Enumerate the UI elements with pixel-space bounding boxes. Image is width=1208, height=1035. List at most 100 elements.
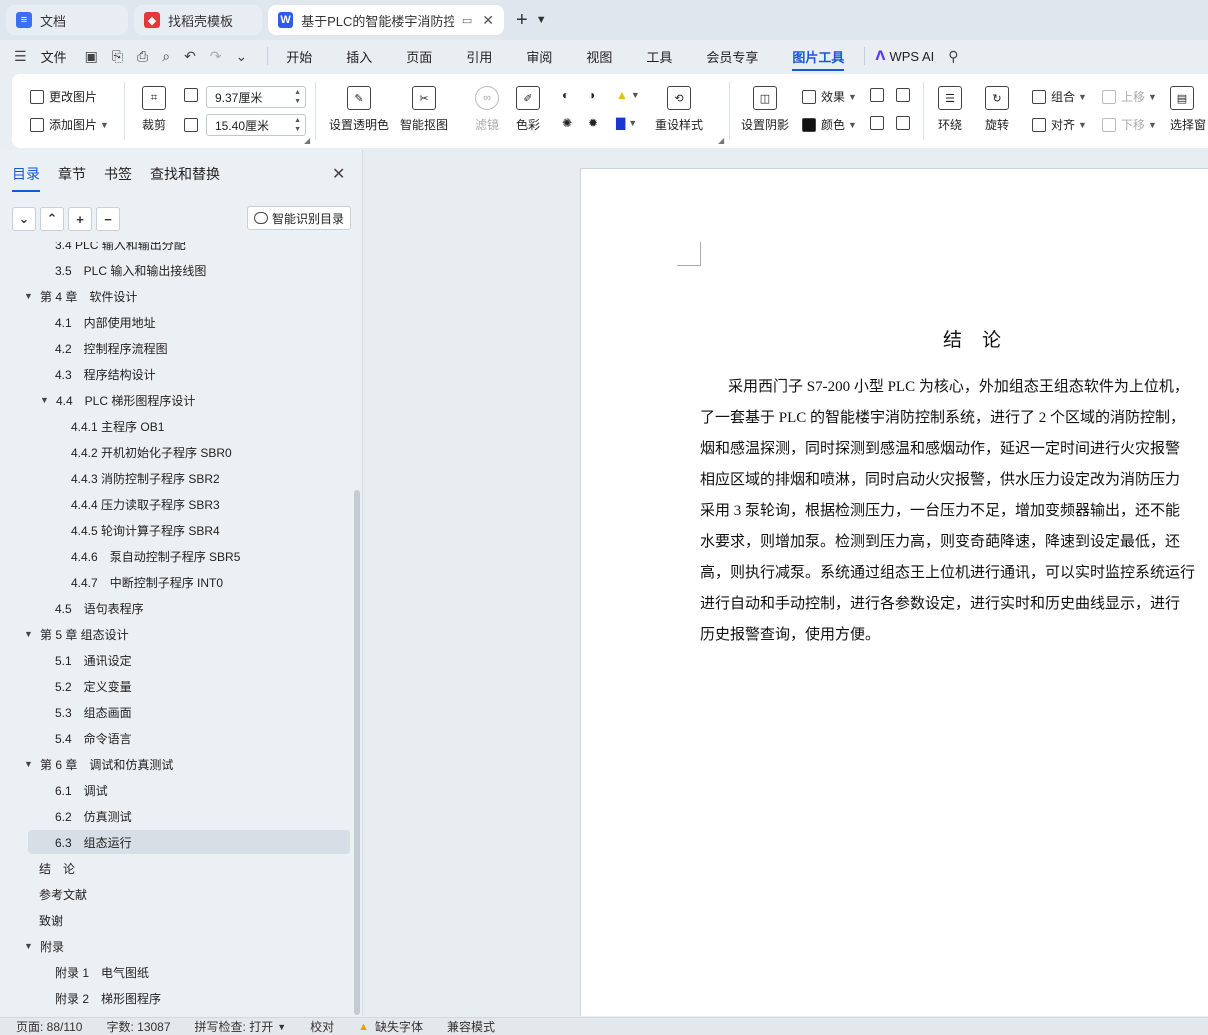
document-page[interactable]: 结论 采用西门子 S7-200 小型 PLC 为核心，外加组态王组态软件为上位机… — [580, 168, 1208, 1016]
tab-find-replace[interactable]: 查找和替换 — [150, 164, 220, 184]
doc-line[interactable]: 高，则执行减泵。系统通过组态王上位机进行通讯，可以实时监控系统运行 — [700, 558, 1208, 589]
toc-item[interactable]: 4.4.4 压力读取子程序 SBR3 — [71, 492, 220, 516]
toc-item[interactable]: 4.4.1 主程序 OB1 — [71, 414, 164, 438]
toc-item[interactable]: 5.4 命令语言 — [55, 726, 132, 750]
toc-item[interactable]: 5.3 组态画面 — [55, 700, 132, 724]
contrast-icon[interactable]: ◑ — [588, 88, 595, 102]
menu-member[interactable]: 会员专享 — [706, 47, 758, 66]
doc-line[interactable]: 了一套基于 PLC 的智能楼宇消防控制系统，进行了 2 个区域的消防控制， — [700, 403, 1208, 434]
print-preview-icon[interactable]: ⌕ — [162, 48, 170, 65]
toc-item[interactable]: 4.4.6 泵自动控制子程序 SBR5 — [71, 544, 240, 568]
menu-reference[interactable]: 引用 — [466, 47, 492, 66]
dialog-launcher-icon[interactable]: ◢ — [304, 136, 310, 145]
spell-check[interactable]: 拼写检查: 打开 ▼ — [195, 1018, 287, 1035]
toc-item[interactable]: ▼ 第 6 章 调试和仿真测试 — [24, 752, 173, 776]
tab-toc[interactable]: 目录 — [12, 164, 40, 192]
menu-page[interactable]: 页面 — [406, 47, 432, 66]
width-input[interactable]: 9.37厘米 ▲ ▼ — [206, 86, 306, 108]
set-transparent-button[interactable]: ✎ 设置透明色 — [329, 86, 389, 133]
toc-item[interactable]: 4.4.5 轮询计算子程序 SBR4 — [71, 518, 220, 542]
change-image-button[interactable]: 更改图片 — [30, 88, 97, 105]
tab-docer[interactable]: ◆ 找稻壳模板 — [134, 5, 262, 35]
menu-review[interactable]: 审阅 — [526, 47, 552, 66]
filter-button[interactable]: ∞ 滤镜 — [475, 86, 499, 133]
rotate-button[interactable]: ↻ 旋转 — [985, 86, 1009, 133]
undo-icon[interactable]: ↶ — [184, 48, 196, 65]
toc-item[interactable]: 4.4.3 消防控制子程序 SBR2 — [71, 466, 220, 490]
remove-heading-button[interactable]: − — [96, 207, 120, 231]
wps-ai-button[interactable]: ꓥ WPS AI — [875, 48, 934, 64]
brightness-icon[interactable]: ✹ — [588, 116, 598, 130]
toc-item[interactable]: 5.2 定义变量 — [55, 674, 132, 698]
move-down-button[interactable]: 下移 ▼ — [1102, 116, 1157, 133]
height-input[interactable]: 15.40厘米 ▲ ▼ — [206, 114, 306, 136]
shadow-left-icon[interactable] — [870, 116, 889, 130]
collapse-all-button[interactable]: ⌄ — [12, 207, 36, 231]
toc-item[interactable]: ▼ 第 4 章 软件设计 — [24, 284, 137, 308]
expand-toggle-icon[interactable]: ▼ — [24, 291, 33, 301]
toc-item[interactable]: 4.4.7 中断控制子程序 INT0 — [71, 570, 223, 594]
select-pane-button[interactable]: ▤ 选择窗 — [1170, 86, 1206, 133]
expand-toggle-icon[interactable]: ▼ — [24, 941, 33, 951]
doc-line[interactable]: 采用 3 泵轮询，根据检测压力，一台压力不足，增加变频器输出，还不能 — [700, 496, 1208, 527]
crop-button[interactable]: ⌗ 裁剪 — [142, 86, 166, 133]
tab-docs[interactable]: ≡ 文档 — [6, 5, 128, 35]
toc-item[interactable]: 结 论 — [39, 856, 75, 880]
toc-item[interactable]: ▼ 第 5 章 组态设计 — [24, 622, 129, 646]
close-icon[interactable]: ✕ — [482, 12, 494, 29]
print-icon[interactable]: ⎙ — [137, 48, 148, 65]
wrap-button[interactable]: ☰ 环绕 — [938, 86, 962, 133]
toc-item[interactable]: 附录 1 电气图纸 — [55, 960, 149, 984]
shadow-down-icon[interactable] — [896, 88, 915, 102]
shadow-right-icon[interactable] — [896, 116, 915, 130]
toc-item[interactable]: 4.5 语句表程序 — [55, 596, 144, 620]
toc-item[interactable]: 4.1 内部使用地址 — [55, 310, 156, 334]
brightness-down-icon[interactable]: ✺ — [562, 116, 572, 130]
toc-item[interactable]: 6.3 组态运行 — [28, 830, 350, 854]
toc-item[interactable]: 6.1 调试 — [55, 778, 108, 802]
toc-item[interactable]: 3.5 PLC 输入和输出接线图 — [55, 258, 206, 282]
brightness-up-icon[interactable]: ◐ — [562, 88, 569, 102]
menu-home[interactable]: 开始 — [286, 47, 312, 66]
toc-item[interactable]: ▼ 4.4 PLC 梯形图程序设计 — [40, 388, 195, 412]
toc-item[interactable]: 4.3 程序结构设计 — [55, 362, 156, 386]
reset-style-button[interactable]: ⟲ 重设样式 — [655, 86, 703, 133]
hamburger-icon[interactable]: ☰ — [14, 48, 27, 65]
dialog-launcher-icon[interactable]: ◢ — [718, 136, 724, 145]
tab-bookmarks[interactable]: 书签 — [104, 164, 132, 184]
doc-line[interactable]: 采用西门子 S7-200 小型 PLC 为核心，外加组态王组态软件为上位机， — [700, 372, 1208, 403]
toc-item[interactable]: 5.1 通讯设定 — [55, 648, 132, 672]
color2-button[interactable]: 颜色 ▼ — [802, 116, 857, 133]
spinner-icon[interactable]: ▲ ▼ — [294, 88, 301, 106]
toc-item[interactable]: 4.2 控制程序流程图 — [55, 336, 168, 360]
proofread-button[interactable]: 校对 — [310, 1018, 334, 1035]
align-button[interactable]: 对齐 ▼ — [1032, 116, 1087, 133]
menu-picture-tools[interactable]: 图片工具 — [792, 47, 845, 71]
menu-insert[interactable]: 插入 — [346, 47, 372, 66]
toc-item[interactable]: 4.4.2 开机初始化子程序 SBR0 — [71, 440, 232, 464]
shadow-up-icon[interactable] — [870, 88, 889, 102]
toc-item[interactable]: 参考文献 — [39, 882, 87, 906]
doc-line[interactable]: 相应区域的排烟和喷淋，同时启动火灾报警，供水压力设定改为消防压力 — [700, 465, 1208, 496]
tab-chapters[interactable]: 章节 — [58, 164, 86, 184]
expand-toggle-icon[interactable]: ▼ — [40, 395, 49, 405]
chevron-down-icon[interactable]: ▼ — [536, 14, 547, 26]
move-up-button[interactable]: 上移 ▼ — [1102, 88, 1157, 105]
toc-item[interactable]: 3.4 PLC 输入和输出分配 — [55, 242, 186, 256]
add-tab-button[interactable]: + — [516, 9, 528, 32]
save-icon[interactable]: ▣ — [85, 48, 98, 65]
menu-tools[interactable]: 工具 — [646, 47, 672, 66]
border-color-icon[interactable]: ▇ ▼ — [616, 116, 637, 130]
expand-up-button[interactable]: ⌃ — [40, 207, 64, 231]
word-count[interactable]: 字数: 13087 — [106, 1018, 170, 1035]
group-button[interactable]: 组合 ▼ — [1032, 88, 1087, 105]
search-icon[interactable]: ⚲ — [948, 48, 958, 65]
effect-button[interactable]: 效果 ▼ — [802, 88, 857, 105]
menu-view[interactable]: 视图 — [586, 47, 612, 66]
toc-item[interactable]: 附录 2 梯形图程序 — [55, 986, 161, 1010]
scrollbar-thumb[interactable] — [354, 490, 360, 1015]
toc-item[interactable]: ▼ 附录 — [24, 934, 64, 958]
doc-paragraph[interactable]: 采用西门子 S7-200 小型 PLC 为核心，外加组态王组态软件为上位机， 了一… — [700, 372, 1208, 651]
chevron-down-icon[interactable]: ⌄ — [236, 48, 248, 65]
page-count[interactable]: 页面: 88/110 — [16, 1018, 82, 1035]
